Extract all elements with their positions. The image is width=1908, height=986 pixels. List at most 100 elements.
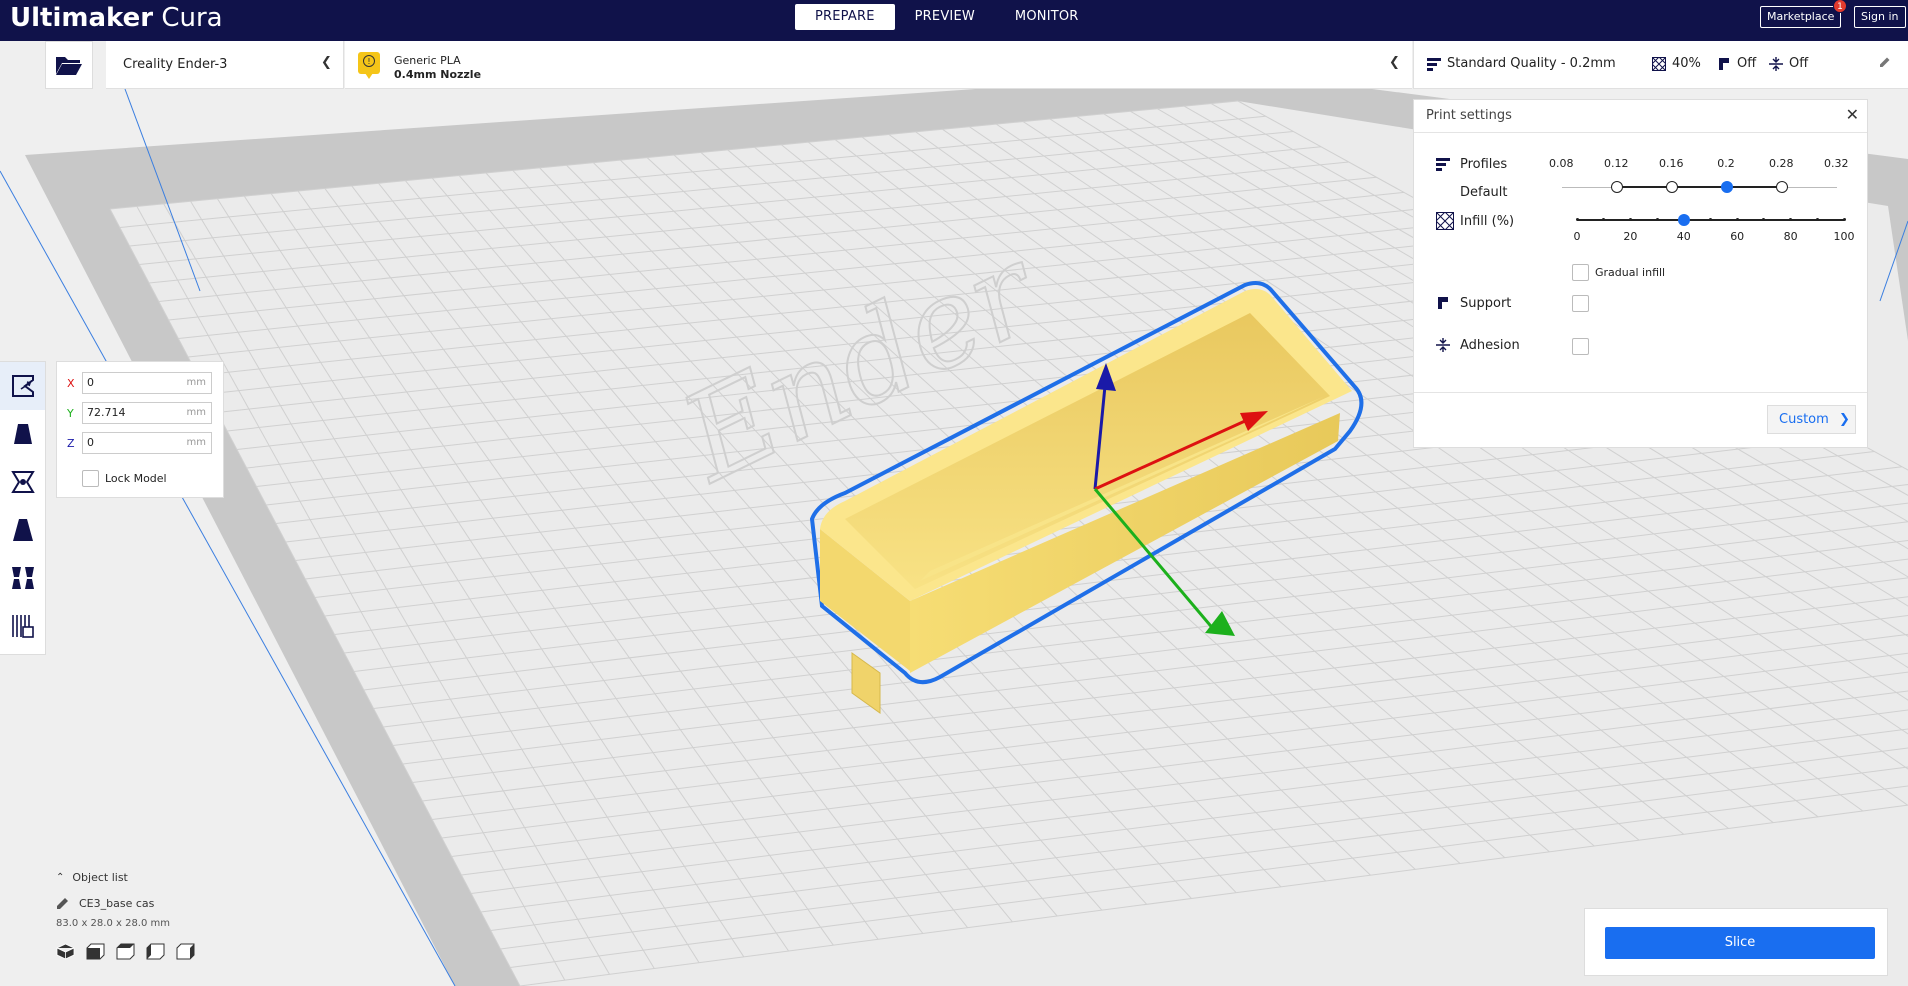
open-file-button[interactable] <box>45 41 93 89</box>
material-selector[interactable]: ! Generic PLA 0.4mm Nozzle ❮ <box>345 41 1412 89</box>
lock-model-checkbox[interactable] <box>82 470 99 487</box>
y-label: Y <box>67 406 74 420</box>
infill-tick-label: 0 <box>1573 230 1581 243</box>
chevron-right-icon: ❯ <box>1838 412 1850 427</box>
infill-icon <box>1436 212 1454 230</box>
y-unit: mm <box>186 407 206 418</box>
infill-tick <box>1735 218 1739 221</box>
nozzle-size: 0.4mm Nozzle <box>394 68 482 81</box>
per-model-settings-button[interactable] <box>0 554 45 602</box>
z-input[interactable]: 0 mm <box>82 432 212 454</box>
y-input[interactable]: 72.714 mm <box>82 402 212 424</box>
profiles-sub-label: Default <box>1460 185 1508 200</box>
profile-option-dot[interactable] <box>1666 181 1678 193</box>
brand-light: Cura <box>161 3 223 33</box>
profile-selected-handle[interactable] <box>1721 181 1733 193</box>
infill-tick-label: 40 <box>1676 230 1691 243</box>
rotate-tool-button[interactable] <box>0 458 45 506</box>
chevron-left-icon: ❮ <box>1389 55 1400 70</box>
support-icon <box>1438 297 1448 309</box>
tab-prepare[interactable]: PREPARE <box>795 4 895 30</box>
z-value: 0 <box>87 436 94 449</box>
printer-name: Creality Ender-3 <box>123 57 228 72</box>
infill-tick <box>1575 218 1579 221</box>
move-tool-panel: X 0 mm Y 72.714 mm Z 0 mm Lock Model <box>56 361 224 498</box>
support-blocker-button[interactable] <box>0 602 45 650</box>
object-list: ⌃ Object list CE3_base cas 83.0 x 28.0 x… <box>56 871 195 960</box>
printer-selector[interactable]: Creality Ender-3 ❮ <box>106 41 344 89</box>
x-row: X <box>67 372 81 394</box>
object-name: CE3_base cas <box>79 897 155 910</box>
material-name: Generic PLA <box>394 54 461 67</box>
infill-tick-label: 80 <box>1783 230 1798 243</box>
slice-panel: Slice <box>1584 908 1888 976</box>
edit-icon[interactable] <box>1879 56 1891 68</box>
custom-settings-button[interactable]: Custom ❯ <box>1767 405 1856 434</box>
app-logo: Ultimaker Cura <box>10 2 223 34</box>
print-settings-summary[interactable]: Standard Quality - 0.2mm 40% Off Off <box>1413 41 1908 89</box>
z-row: Z <box>67 432 81 454</box>
marketplace-button[interactable]: Marketplace <box>1760 6 1842 28</box>
gradual-infill-label: Gradual infill <box>1595 266 1666 279</box>
profile-option-dot[interactable] <box>1611 181 1623 193</box>
lock-model-label: Lock Model <box>105 472 167 485</box>
close-icon[interactable]: ✕ <box>1846 105 1859 124</box>
infill-summary: 40% <box>1652 56 1701 71</box>
infill-tick-label: 100 <box>1833 230 1855 243</box>
infill-tick-label: 20 <box>1623 230 1638 243</box>
object-dimensions: 83.0 x 28.0 x 28.0 mm <box>56 918 171 929</box>
x-input[interactable]: 0 mm <box>82 372 212 394</box>
support-icon <box>1719 57 1729 70</box>
3d-view-icon[interactable] <box>56 943 75 960</box>
right-view-icon[interactable] <box>176 943 195 960</box>
adhesion-icon <box>1436 338 1450 352</box>
tool-sidebar <box>0 361 46 655</box>
quality-profile-label: Standard Quality - 0.2mm <box>1447 56 1616 71</box>
custom-label: Custom <box>1779 412 1829 427</box>
profile-tick-label: 0.16 <box>1659 157 1684 170</box>
tab-preview[interactable]: PREVIEW <box>895 4 995 30</box>
y-row: Y <box>67 402 81 424</box>
infill-tick <box>1709 218 1712 221</box>
mirror-tool-button[interactable] <box>0 506 45 554</box>
left-view-icon[interactable] <box>146 943 165 960</box>
print-settings-panel: Print settings ✕ Profiles Default 0.08 0.… <box>1413 99 1868 448</box>
profile-tick-label: 0.08 <box>1549 157 1574 170</box>
object-item[interactable]: CE3_base cas <box>56 897 195 910</box>
adhesion-icon <box>1769 56 1783 71</box>
z-unit: mm <box>186 437 206 448</box>
chevron-up-icon: ⌃ <box>56 872 65 883</box>
infill-tick <box>1815 218 1819 221</box>
infill-tick-label: 60 <box>1730 230 1745 243</box>
mirror-tool-icon <box>12 519 33 541</box>
gradual-infill-checkbox[interactable] <box>1572 264 1589 281</box>
adhesion-summary-value: Off <box>1789 56 1809 71</box>
gradual-infill-row: Gradual infill <box>1572 264 1665 281</box>
move-tool-button[interactable] <box>0 362 45 410</box>
profile-available-range <box>1617 186 1782 188</box>
folder-open-icon <box>56 57 82 75</box>
top-view-icon[interactable] <box>116 943 135 960</box>
adhesion-checkbox[interactable] <box>1572 338 1589 355</box>
y-value: 72.714 <box>87 406 126 419</box>
profiles-label: Profiles <box>1460 157 1508 172</box>
support-summary-value: Off <box>1737 56 1757 71</box>
profile-icon <box>1436 158 1450 171</box>
infill-icon <box>1652 56 1666 71</box>
tab-monitor[interactable]: MONITOR <box>995 4 1099 30</box>
object-list-header: Object list <box>72 871 128 884</box>
scale-tool-button[interactable] <box>0 410 45 458</box>
profile-tick-label: 0.28 <box>1769 157 1794 170</box>
front-view-icon[interactable] <box>86 943 105 960</box>
slice-button[interactable]: Slice <box>1605 927 1875 959</box>
support-checkbox[interactable] <box>1572 295 1589 312</box>
infill-handle[interactable] <box>1677 214 1690 226</box>
sign-in-button[interactable]: Sign in <box>1854 6 1906 28</box>
x-unit: mm <box>186 377 206 388</box>
object-list-toggle[interactable]: ⌃ Object list <box>56 871 195 884</box>
profile-option-dot[interactable] <box>1776 181 1788 193</box>
print-settings-title: Print settings <box>1426 108 1512 123</box>
view-buttons <box>56 943 195 960</box>
divider <box>1414 392 1867 393</box>
infill-label: Infill (%) <box>1460 214 1515 229</box>
